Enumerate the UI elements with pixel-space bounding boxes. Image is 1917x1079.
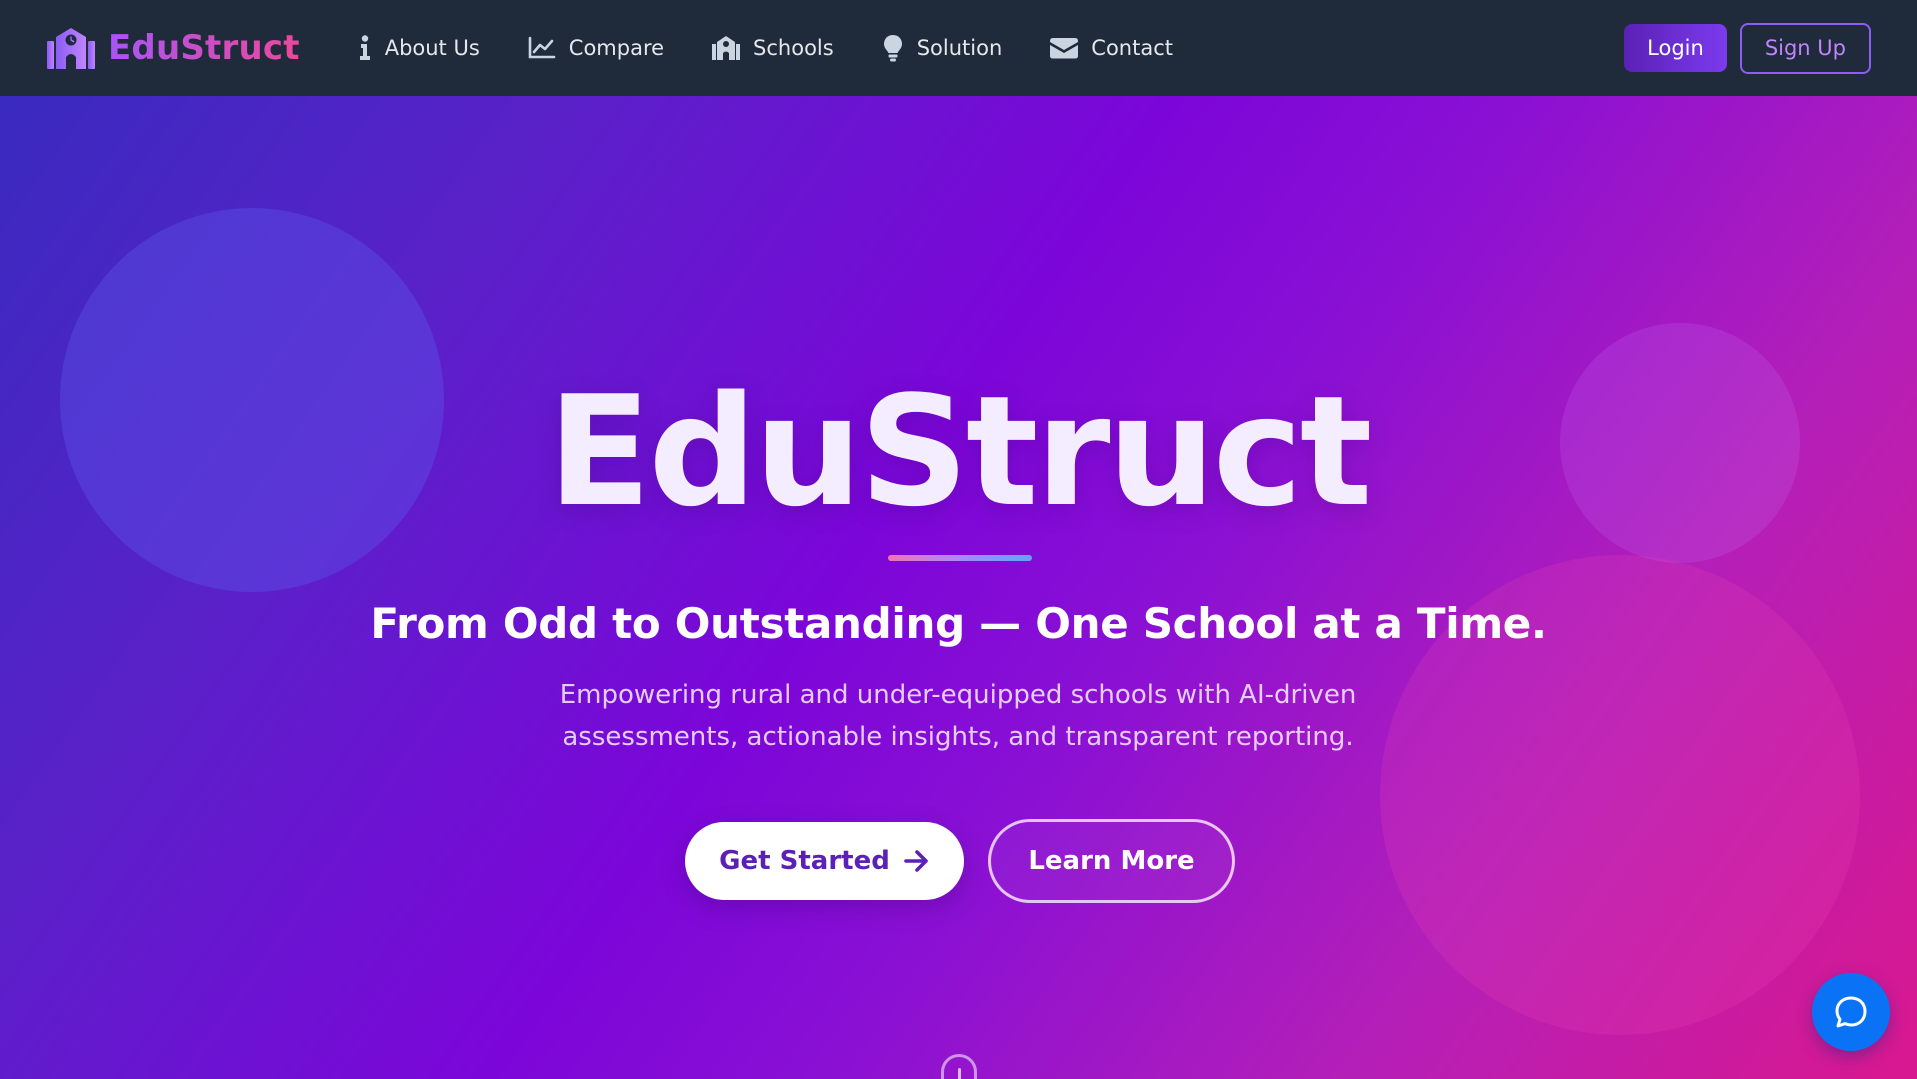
nav-item-label: Compare <box>568 36 665 60</box>
brand-logo-link[interactable]: EduStruct <box>46 27 300 69</box>
hero-divider <box>888 555 1032 561</box>
nav-item-label: About Us <box>384 36 480 60</box>
nav-item-label: Contact <box>1091 36 1173 60</box>
nav-item-contact[interactable]: Contact <box>1050 36 1173 60</box>
arrow-right-icon <box>904 850 928 872</box>
learn-more-button[interactable]: Learn More <box>988 819 1235 903</box>
hero-tagline: From Odd to Outstanding — One School at … <box>370 599 1547 648</box>
nav-item-compare[interactable]: Compare <box>528 36 664 60</box>
auth-buttons: Login Sign Up <box>1624 22 1871 74</box>
nav-links: About Us Compare Schools Solution Contac… <box>358 34 1173 62</box>
info-icon <box>359 35 370 60</box>
nav-item-label: Schools <box>753 36 834 60</box>
nav-item-label: Solution <box>916 36 1003 60</box>
chat-bubble-icon <box>1835 996 1867 1028</box>
school-building-icon <box>47 28 95 69</box>
hero-section: EduStruct From Odd to Outstanding — One … <box>0 96 1917 1079</box>
chat-button[interactable] <box>1812 973 1890 1051</box>
scroll-dot <box>958 1068 961 1079</box>
login-button[interactable]: Login <box>1624 24 1727 72</box>
envelope-icon <box>1050 38 1079 59</box>
nav-item-solution[interactable]: Solution <box>882 34 1003 62</box>
get-started-button[interactable]: Get Started <box>685 822 964 900</box>
top-navbar: EduStruct About Us Compare Schools Solut… <box>0 0 1917 96</box>
nav-item-about-us[interactable]: About Us <box>358 35 480 61</box>
line-chart-icon <box>528 36 556 59</box>
scroll-down-indicator[interactable] <box>941 1054 977 1079</box>
brand-name: EduStruct <box>108 28 300 68</box>
hero-title: EduStruct <box>547 363 1373 540</box>
lightbulb-icon <box>883 35 902 62</box>
nav-item-schools[interactable]: Schools <box>712 36 834 60</box>
school-icon <box>712 36 741 60</box>
signup-button[interactable]: Sign Up <box>1739 22 1871 74</box>
hero-description: Empowering rural and under-equipped scho… <box>559 680 1357 752</box>
get-started-label: Get Started <box>719 846 890 876</box>
